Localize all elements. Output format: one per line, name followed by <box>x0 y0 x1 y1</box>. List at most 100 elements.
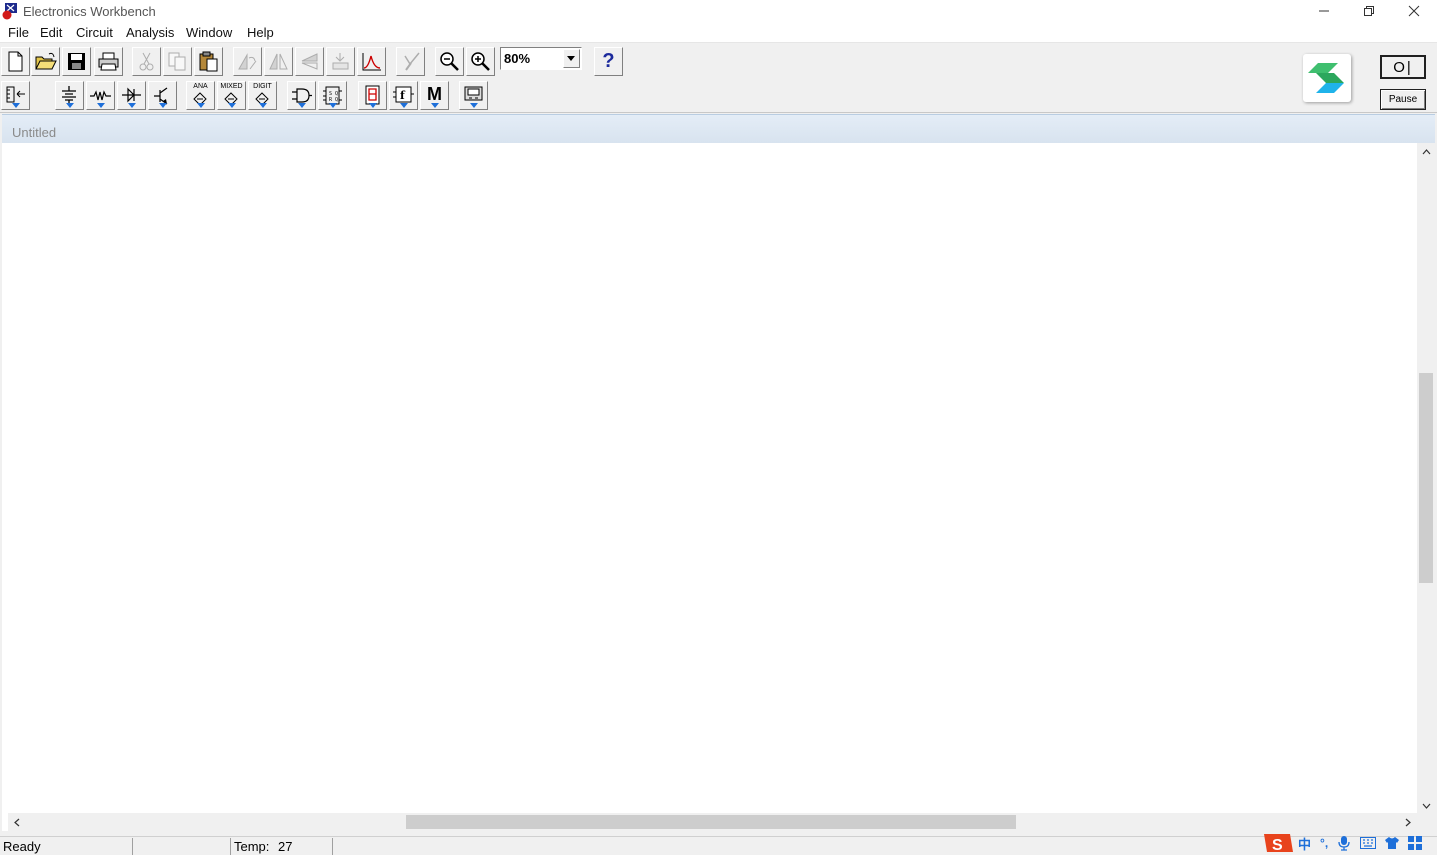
open-file-button[interactable] <box>31 47 60 76</box>
sogou-ime-icon[interactable]: S <box>1262 831 1294 855</box>
dropdown-arrow-icon <box>65 103 74 108</box>
skin-shirt-icon[interactable] <box>1384 836 1400 850</box>
dropdown-arrow-icon <box>258 103 267 108</box>
instruments-bin-button[interactable] <box>459 81 488 110</box>
help-button[interactable]: ? <box>594 47 623 76</box>
indicators-bin-button[interactable] <box>358 81 387 110</box>
power-switch[interactable]: O| <box>1380 55 1426 79</box>
pause-button[interactable]: Pause <box>1380 89 1426 110</box>
digital-ics-bin-button[interactable]: DIGIT <box>248 81 277 110</box>
vertical-scroll-thumb[interactable] <box>1419 373 1433 583</box>
restore-button[interactable] <box>1346 0 1392 22</box>
mixed-ics-bin-button[interactable]: MIXED <box>217 81 246 110</box>
scrollbar-corner <box>1417 813 1435 831</box>
restore-icon <box>1364 6 1374 16</box>
ime-punctuation-mode[interactable]: °, <box>1320 836 1328 850</box>
ewb-logo <box>1303 54 1351 102</box>
status-divider <box>132 838 133 855</box>
chevron-up-icon <box>1422 149 1430 155</box>
rotate-icon <box>238 53 257 70</box>
close-icon <box>1408 5 1420 17</box>
create-subcircuit-button[interactable] <box>357 47 386 76</box>
chevron-right-icon <box>1405 818 1411 826</box>
logic-gates-bin-button[interactable] <box>287 81 316 110</box>
print-button[interactable] <box>94 47 123 76</box>
scroll-right-button[interactable] <box>1399 813 1417 831</box>
chevron-down-icon <box>1422 803 1430 809</box>
dropdown-arrow-icon <box>297 103 306 108</box>
scroll-up-button[interactable] <box>1417 143 1435 161</box>
zoom-out-icon <box>440 52 459 71</box>
graph-icon <box>362 53 381 71</box>
keyboard-icon[interactable] <box>1360 837 1377 849</box>
analog-ics-bin-button[interactable]: ANA <box>186 81 215 110</box>
microphone-icon[interactable] <box>1338 835 1350 851</box>
chevron-left-icon <box>14 818 20 826</box>
sources-bin-button[interactable] <box>55 81 84 110</box>
menu-circuit[interactable]: Circuit <box>76 25 113 40</box>
copy-button[interactable] <box>163 47 192 76</box>
menu-window[interactable]: Window <box>186 25 232 40</box>
flip-horizontal-icon <box>269 53 288 70</box>
basic-bin-button[interactable] <box>86 81 115 110</box>
menu-help[interactable]: Help <box>247 25 274 40</box>
dropdown-arrow-icon <box>127 103 136 108</box>
document-title-bar: Untitled <box>2 114 1435 143</box>
minimize-icon <box>1319 10 1329 12</box>
circuit-document-window: Untitled <box>2 114 1435 831</box>
zoom-out-selected-button[interactable] <box>396 47 425 76</box>
zoom-level-select[interactable]: 80% <box>500 47 582 70</box>
dropdown-arrow-icon <box>11 103 20 108</box>
cut-button[interactable] <box>132 47 161 76</box>
ime-chinese-mode[interactable]: 中 <box>1298 834 1311 853</box>
menu-edit[interactable]: Edit <box>40 25 62 40</box>
horizontal-scrollbar[interactable] <box>8 813 1417 831</box>
document-title: Untitled <box>12 125 57 140</box>
status-ready: Ready <box>3 839 41 854</box>
dropdown-arrow-icon <box>227 103 236 108</box>
circuit-canvas[interactable] <box>8 143 1417 815</box>
flip-horizontal-button[interactable] <box>264 47 293 76</box>
component-properties-button[interactable] <box>326 47 355 76</box>
toolbox-grid-icon[interactable] <box>1408 836 1423 850</box>
pen-check-icon <box>404 52 420 71</box>
zoom-out-button[interactable] <box>435 47 464 76</box>
title-bar: Electronics Workbench <box>0 0 1437 22</box>
svg-text:S: S <box>1272 837 1283 854</box>
help-label: ? <box>602 50 615 72</box>
close-button[interactable] <box>1391 0 1437 22</box>
zoom-in-button[interactable] <box>466 47 495 76</box>
dropdown-arrow-icon <box>399 103 408 108</box>
dropdown-arrow-icon <box>96 103 105 108</box>
menu-file[interactable]: File <box>8 25 29 40</box>
vertical-scrollbar[interactable] <box>1417 143 1435 815</box>
ewb-logo-icon <box>1308 63 1344 93</box>
menu-analysis[interactable]: Analysis <box>126 25 174 40</box>
status-divider <box>230 838 231 855</box>
miscellaneous-bin-button[interactable]: M <box>420 81 449 110</box>
digital-bin-button[interactable]: S QR Q <box>318 81 347 110</box>
new-file-button[interactable] <box>1 47 30 76</box>
status-divider <box>332 838 333 855</box>
favorites-bin-button[interactable] <box>1 81 30 110</box>
zoom-dropdown-button[interactable] <box>563 49 580 68</box>
copy-icon <box>168 52 186 71</box>
diodes-bin-button[interactable] <box>117 81 146 110</box>
flip-vertical-icon <box>301 53 318 70</box>
digit-label: DIGIT <box>253 83 272 90</box>
save-file-button[interactable] <box>62 47 91 76</box>
floppy-disk-icon <box>68 53 85 70</box>
paste-button[interactable] <box>194 47 223 76</box>
scroll-left-button[interactable] <box>8 813 26 831</box>
minimize-button[interactable] <box>1301 0 1347 22</box>
controls-bin-button[interactable]: f <box>389 81 418 110</box>
transistors-bin-button[interactable] <box>148 81 177 110</box>
status-temp-label: Temp: <box>234 839 270 854</box>
dropdown-arrow-icon <box>328 103 337 108</box>
flip-vertical-button[interactable] <box>295 47 324 76</box>
ana-label: ANA <box>193 83 208 90</box>
rotate-button[interactable] <box>233 47 262 76</box>
status-temp-value: 27 <box>278 839 293 854</box>
zoom-level-value: 80% <box>504 51 531 66</box>
horizontal-scroll-thumb[interactable] <box>406 815 1016 829</box>
